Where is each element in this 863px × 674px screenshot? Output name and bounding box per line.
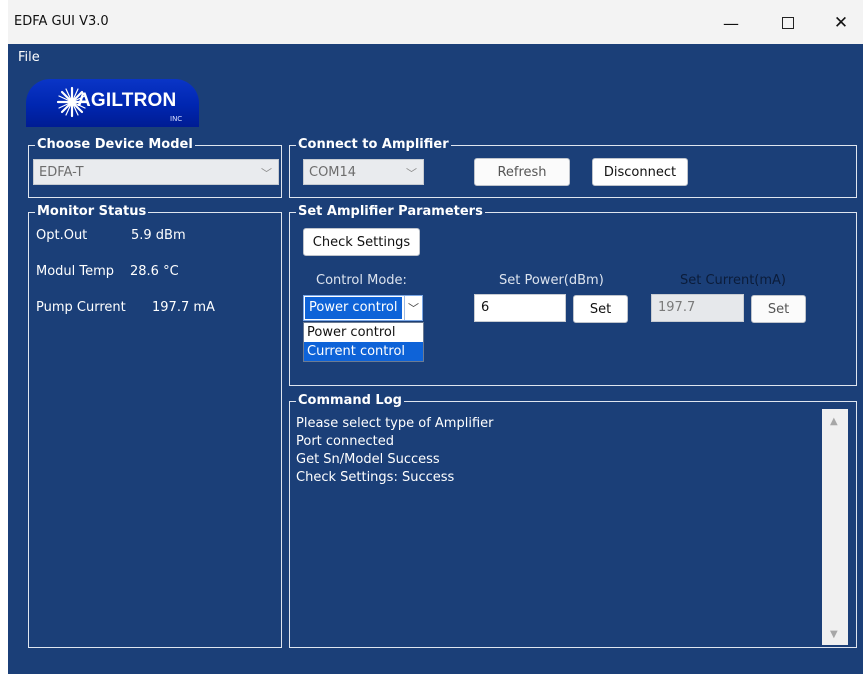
agiltron-logo: AGILTRON INC (26, 79, 199, 127)
set-current-label: Set Current(mA) (680, 273, 787, 288)
disconnect-button[interactable]: Disconnect (592, 158, 688, 186)
close-button[interactable]: ✕ (821, 8, 861, 38)
control-mode-dropdown: Power control Current control (303, 322, 424, 362)
log-line: Get Sn/Model Success (296, 452, 440, 467)
command-log-legend: Command Log (298, 393, 402, 408)
logo-text: AGILTRON (77, 90, 177, 111)
set-current-input: 197.7 (651, 294, 744, 322)
device-model-value: EDFA-T (39, 165, 84, 180)
opt-out-value: 5.9 dBm (131, 228, 186, 243)
com-port-select[interactable]: COM14 ﹀ (303, 159, 424, 185)
device-model-select[interactable]: EDFA-T ﹀ (33, 159, 279, 185)
window-title: EDFA GUI V3.0 (14, 14, 109, 29)
maximize-button[interactable] (768, 8, 808, 38)
triangle-down-icon[interactable]: ▼ (830, 629, 838, 640)
set-current-button: Set (751, 295, 806, 323)
connect-legend: Connect to Amplifier (298, 137, 449, 152)
refresh-button[interactable]: Refresh (474, 158, 570, 186)
amplifier-parameters-legend: Set Amplifier Parameters (298, 204, 483, 219)
opt-out-label: Opt.Out (36, 228, 88, 243)
check-settings-button[interactable]: Check Settings (303, 228, 420, 256)
module-temp-value: 28.6 °C (130, 264, 179, 279)
close-icon: ✕ (833, 13, 849, 33)
log-line: Check Settings: Success (296, 470, 455, 485)
com-port-value: COM14 (309, 165, 357, 180)
control-mode-option-power[interactable]: Power control (304, 323, 423, 342)
control-mode-value: Power control (305, 297, 402, 319)
pump-current-value: 197.7 mA (152, 300, 215, 315)
chevron-down-icon: ﹀ (406, 167, 417, 180)
module-temp-label: Modul Temp (36, 264, 115, 279)
set-power-label: Set Power(dBm) (499, 273, 604, 288)
title-bar: EDFA GUI V3.0 — ✕ (8, 0, 863, 44)
menu-file[interactable]: File (18, 50, 40, 65)
set-power-button[interactable]: Set (573, 295, 628, 323)
chevron-down-icon: ﹀ (261, 167, 272, 180)
pump-current-label: Pump Current (36, 300, 126, 315)
control-mode-option-current[interactable]: Current control (304, 342, 423, 361)
set-power-input[interactable]: 6 (474, 294, 566, 322)
monitor-status-legend: Monitor Status (37, 204, 147, 219)
control-mode-label: Control Mode: (316, 273, 407, 288)
chevron-down-icon: ﹀ (404, 296, 422, 320)
device-model-legend: Choose Device Model (37, 137, 193, 152)
minimize-icon: — (723, 13, 739, 33)
command-log-text[interactable]: Please select type of Amplifier Port con… (296, 415, 816, 487)
log-line: Please select type of Amplifier (296, 416, 494, 431)
maximize-icon (782, 17, 794, 29)
triangle-up-icon[interactable]: ▲ (830, 416, 838, 427)
control-mode-select[interactable]: Power control ﹀ (303, 295, 423, 321)
log-line: Port connected (296, 434, 394, 449)
logo-inc: INC (170, 115, 183, 123)
minimize-button[interactable]: — (711, 8, 751, 38)
command-log-scrollbar[interactable]: ▲ ▼ (822, 409, 848, 645)
